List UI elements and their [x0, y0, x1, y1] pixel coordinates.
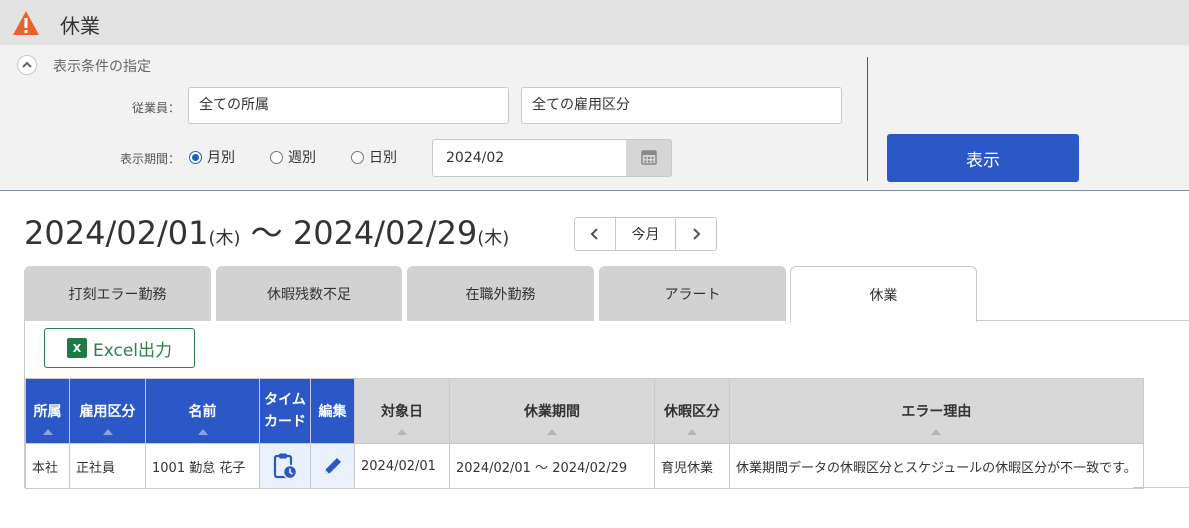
chevron-left-icon	[590, 228, 598, 240]
radio-dot	[351, 150, 364, 164]
sort-icon	[547, 429, 557, 435]
column-header-label: タイムカード	[264, 392, 306, 430]
chevron-right-icon	[693, 228, 701, 240]
column-header-label: 雇用区分	[79, 404, 136, 420]
collapse-icon[interactable]	[17, 55, 37, 75]
warning-icon	[13, 11, 39, 35]
tab-leave-shortage[interactable]: 休暇残数不足	[216, 266, 402, 321]
cell-edit	[310, 443, 355, 489]
tab-panel-border	[977, 320, 1189, 321]
column-header-dept[interactable]: 所属	[25, 378, 70, 444]
column-header-name[interactable]: 名前	[145, 378, 260, 444]
cell-employment-type: 正社員	[69, 443, 146, 489]
radio-dot-checked	[189, 150, 202, 164]
table-bottom-border	[1133, 487, 1189, 488]
column-header-label: 所属	[33, 404, 62, 420]
date-range: 2024/02/01(木) ～ 2024/02/29(木)	[24, 208, 509, 254]
column-header-label: 編集	[318, 404, 347, 420]
calendar-icon	[641, 150, 657, 165]
sort-icon	[102, 429, 113, 435]
radio-dot	[270, 150, 283, 164]
range-start: 2024/02/01	[24, 214, 209, 252]
table-row: 本社 正社員 1001 勤怠 花子 2024/02/01 2024/02/01 …	[25, 443, 1144, 489]
radio-weekly-label: 週別	[288, 150, 316, 166]
column-header-leave-type[interactable]: 休暇区分	[654, 378, 730, 444]
sort-icon	[687, 429, 697, 435]
range-start-weekday: (木)	[208, 228, 241, 249]
range-end: 2024/02/29	[292, 214, 478, 252]
column-header-label: 対象日	[381, 404, 423, 420]
filter-section-title: 表示条件の指定	[53, 59, 151, 75]
column-header-edit: 編集	[310, 378, 355, 444]
cell-name: 1001 勤怠 花子	[145, 443, 260, 489]
sort-icon	[397, 429, 407, 435]
title-bar: 休業	[0, 0, 1189, 45]
radio-daily-label: 日別	[369, 150, 397, 166]
range-separator: ～	[240, 214, 293, 252]
column-header-label: 休暇区分	[664, 404, 720, 420]
column-header-employment-type[interactable]: 雇用区分	[69, 378, 146, 444]
cell-error-reason: 休業期間データの休暇区分とスケジュールの休暇区分が不一致です。	[729, 443, 1144, 489]
column-header-target-date[interactable]: 対象日	[354, 378, 450, 444]
tab-suspension[interactable]: 休業	[790, 266, 977, 322]
prev-month-button[interactable]	[575, 218, 615, 250]
department-select[interactable]: 全ての所属	[188, 87, 509, 124]
tab-punch-error[interactable]: 打刻エラー勤務	[24, 266, 211, 321]
column-header-error-reason[interactable]: エラー理由	[729, 378, 1144, 444]
sort-icon	[42, 429, 53, 435]
radio-daily[interactable]: 日別	[351, 147, 397, 167]
suspension-table: 所属 雇用区分 名前 タイムカード 編集 対象日 休業期間 休暇区分 エラー理由…	[25, 378, 1144, 489]
cell-target-date: 2024/02/01	[354, 443, 450, 489]
sort-icon	[197, 429, 208, 435]
page-title: 休業	[60, 14, 100, 38]
this-month-button[interactable]: 今月	[615, 218, 676, 250]
range-end-weekday: (木)	[477, 228, 510, 249]
show-button[interactable]: 表示	[887, 134, 1079, 182]
employment-type-select[interactable]: 全ての雇用区分	[521, 87, 842, 124]
cell-suspension-period: 2024/02/01 ～ 2024/02/29	[449, 443, 655, 489]
tab-out-of-employment[interactable]: 在職外勤務	[407, 266, 594, 321]
calendar-button[interactable]	[626, 139, 672, 177]
filter-panel: 表示条件の指定 従業員： 全ての所属 全ての雇用区分 表示期間： 月別 週別 日…	[0, 45, 1189, 191]
period-label: 表示期間：	[119, 152, 180, 166]
column-header-label: エラー理由	[901, 404, 972, 420]
employee-label: 従業員：	[131, 101, 180, 115]
month-navigation: 今月	[574, 217, 717, 251]
radio-monthly-label: 月別	[207, 150, 235, 166]
sort-icon	[931, 429, 942, 435]
excel-export-label: Excel出力	[92, 340, 173, 361]
next-month-button[interactable]	[676, 218, 716, 250]
cell-timecard	[259, 443, 311, 489]
cell-dept: 本社	[25, 443, 70, 489]
filter-divider	[867, 57, 868, 181]
pencil-icon[interactable]	[321, 454, 345, 478]
timecard-icon[interactable]	[272, 452, 298, 480]
radio-monthly[interactable]: 月別	[189, 147, 235, 167]
excel-icon: X	[66, 338, 87, 358]
column-header-label: 名前	[188, 404, 217, 420]
table-header-row: 所属 雇用区分 名前 タイムカード 編集 対象日 休業期間 休暇区分 エラー理由	[25, 378, 1144, 444]
month-input[interactable]: 2024/02	[432, 139, 628, 177]
column-header-timecard: タイムカード	[259, 378, 311, 444]
cell-leave-type: 育児休業	[654, 443, 730, 489]
excel-export-button[interactable]: X Excel出力	[44, 328, 195, 368]
column-header-suspension-period[interactable]: 休業期間	[449, 378, 655, 444]
column-header-label: 休業期間	[524, 404, 580, 420]
tab-alert[interactable]: アラート	[599, 266, 786, 321]
radio-weekly[interactable]: 週別	[270, 147, 316, 167]
